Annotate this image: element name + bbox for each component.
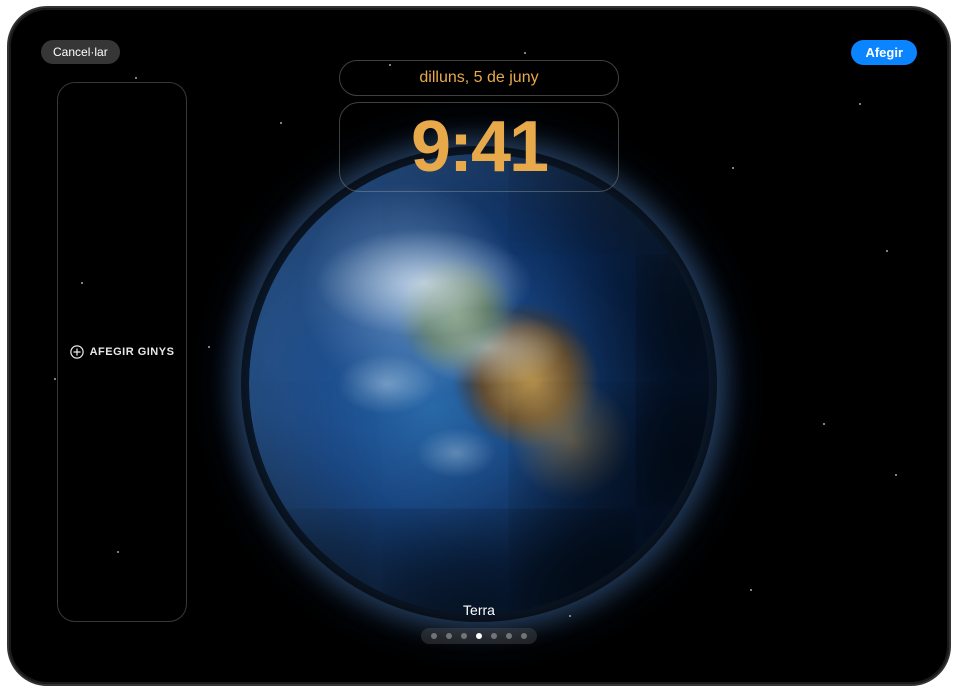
page-dot-active[interactable]	[476, 633, 482, 639]
add-widgets-panel[interactable]: AFEGIR GINYS	[57, 82, 187, 622]
lock-screen-editor: Cancel·lar Afegir AFEGIR GINYS dilluns, …	[27, 26, 931, 666]
page-dot[interactable]	[446, 633, 452, 639]
date-text: dilluns, 5 de juny	[419, 69, 538, 87]
page-dot[interactable]	[506, 633, 512, 639]
wallpaper-name: Terra	[463, 602, 495, 618]
ipad-frame: Cancel·lar Afegir AFEGIR GINYS dilluns, …	[9, 8, 949, 684]
page-indicator[interactable]	[421, 628, 537, 644]
time-widget[interactable]: 9:41	[339, 102, 619, 192]
date-widget[interactable]: dilluns, 5 de juny	[339, 60, 619, 96]
page-dot[interactable]	[521, 633, 527, 639]
cancel-button[interactable]: Cancel·lar	[41, 40, 120, 64]
page-dot[interactable]	[491, 633, 497, 639]
page-dot[interactable]	[431, 633, 437, 639]
plus-circle-icon	[70, 345, 84, 359]
add-button[interactable]: Afegir	[851, 40, 917, 65]
earth-wallpaper	[249, 154, 709, 614]
time-text: 9:41	[411, 111, 547, 183]
add-widgets-label: AFEGIR GINYS	[90, 346, 175, 358]
page-dot[interactable]	[461, 633, 467, 639]
